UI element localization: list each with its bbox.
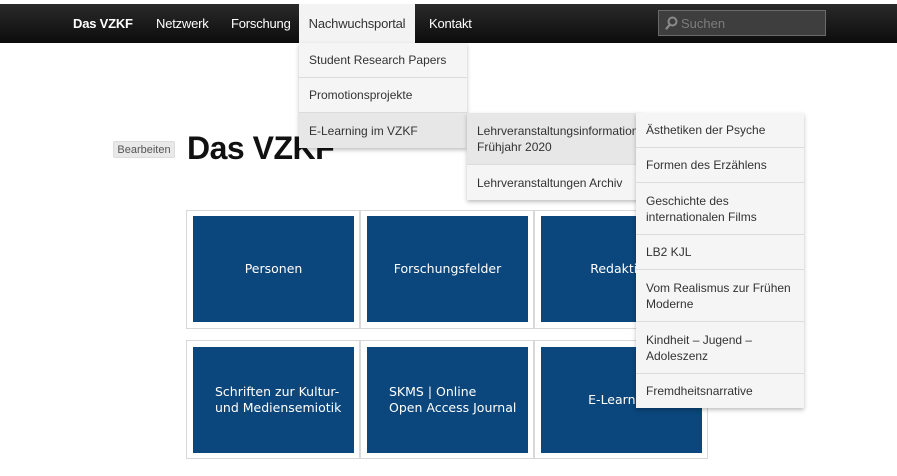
dropdown-item-fremdheitsnarrative[interactable]: Fremdheitsnarrative xyxy=(636,374,804,408)
dropdown-item-promotionsprojekte[interactable]: Promotionsprojekte xyxy=(299,78,467,113)
tile-schriften[interactable]: Schriften zur Kultur- und Mediensemiotik xyxy=(193,347,354,453)
search-box[interactable] xyxy=(658,10,826,36)
nav-brand-link[interactable]: Das VZKF xyxy=(73,4,133,43)
nav-item-netzwerk[interactable]: Netzwerk xyxy=(156,4,209,43)
tile-personen[interactable]: Personen xyxy=(193,216,354,322)
search-input[interactable] xyxy=(681,14,821,32)
tile-skms-journal[interactable]: SKMS | Online Open Access Journal xyxy=(367,347,528,453)
dropdown-item-student-research-papers[interactable]: Student Research Papers xyxy=(299,43,467,78)
dropdown-lehrveranstaltungen: Ästhetiken der Psyche Formen des Erzähle… xyxy=(636,113,804,408)
dropdown-item-realismus-moderne[interactable]: Vom Realismus zur Frühen Moderne xyxy=(636,270,804,322)
top-nav-bar: Das VZKF Netzwerk Forschung Nachwuchspor… xyxy=(0,4,897,43)
dropdown-item-formen-erzaehlens[interactable]: Formen des Erzählens xyxy=(636,148,804,183)
tile-forschungsfelder[interactable]: Forschungsfelder xyxy=(367,216,528,322)
nav-item-kontakt[interactable]: Kontakt xyxy=(429,4,472,43)
dropdown-item-aesthetiken[interactable]: Ästhetiken der Psyche xyxy=(636,113,804,148)
dropdown-e-learning: Lehrveranstaltungsinformation Frühjahr 2… xyxy=(467,113,641,200)
edit-button[interactable]: Bearbeiten xyxy=(113,141,175,158)
dropdown-item-kindheit-jugend[interactable]: Kindheit – Jugend – Adoleszenz xyxy=(636,322,804,374)
dropdown-item-e-learning[interactable]: E-Learning im VZKF xyxy=(299,113,467,148)
dropdown-item-lehrveranstaltungsinformation[interactable]: Lehrveranstaltungsinformation Frühjahr 2… xyxy=(467,113,641,165)
dropdown-item-geschichte-films[interactable]: Geschichte des internationalen Films xyxy=(636,183,804,235)
nav-item-nachwuchsportal[interactable]: Nachwuchsportal xyxy=(299,4,415,43)
dropdown-item-lb2-kjl[interactable]: LB2 KJL xyxy=(636,235,804,270)
dropdown-nachwuchsportal: Student Research Papers Promotionsprojek… xyxy=(299,43,467,148)
nav-item-forschung[interactable]: Forschung xyxy=(231,4,291,43)
search-icon xyxy=(665,16,678,30)
dropdown-item-lehrveranstaltungen-archiv[interactable]: Lehrveranstaltungen Archiv xyxy=(467,165,641,200)
